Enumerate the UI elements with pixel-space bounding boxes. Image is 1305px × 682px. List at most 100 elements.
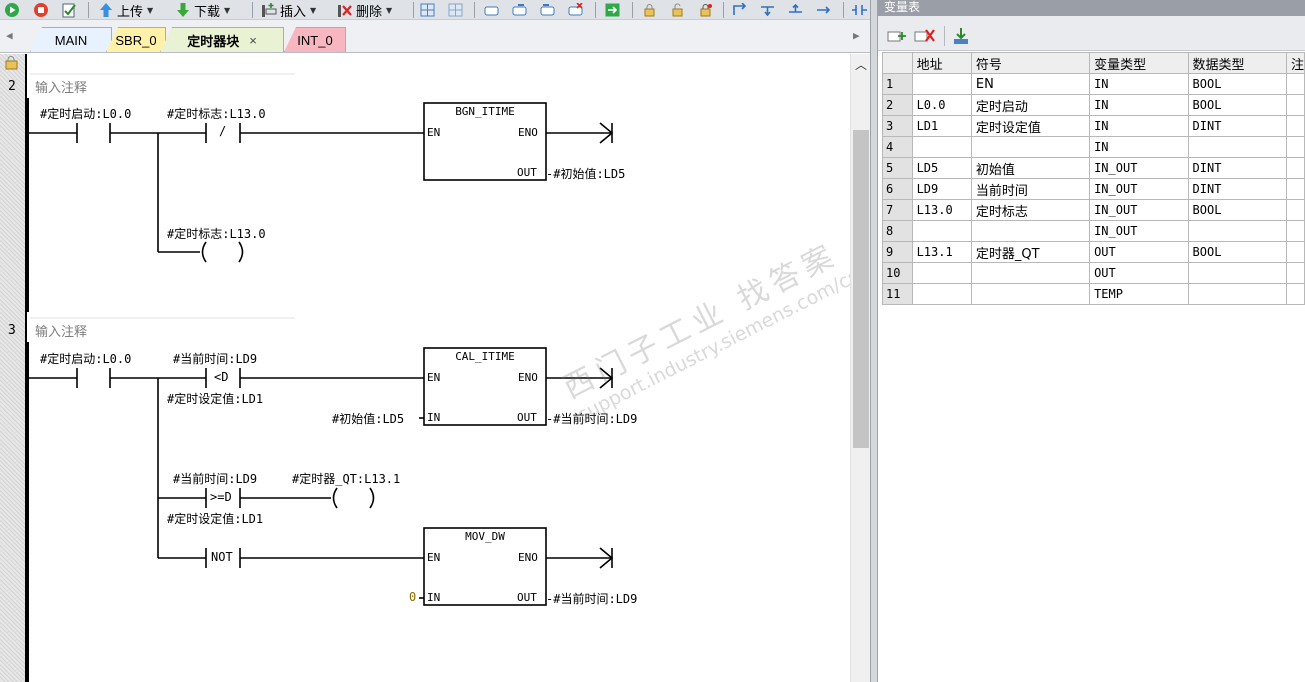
symbol-cell[interactable]: 定时标志	[970, 199, 1091, 221]
compare-bottom-label[interactable]: #定时设定值:LD1	[167, 390, 263, 407]
var-type-cell[interactable]: IN_OUT	[1089, 199, 1189, 221]
window-icon[interactable]	[484, 3, 499, 17]
editor-vertical-scrollbar[interactable]: ︿	[850, 54, 870, 682]
data-type-cell[interactable]	[1187, 262, 1287, 284]
tab-main[interactable]: MAIN	[30, 27, 112, 52]
box-in-operand[interactable]: #初始值:LD5	[332, 410, 404, 427]
var-type-cell[interactable]: IN_OUT	[1089, 157, 1189, 179]
lock-icon[interactable]	[642, 3, 657, 17]
tab-scroll-right-icon[interactable]: ▶	[853, 29, 860, 42]
table-row[interactable]: 8 IN_OUT	[882, 220, 1305, 242]
address-cell[interactable]: LD9	[911, 178, 972, 200]
coil-label[interactable]: #定时标志:L13.0	[167, 225, 266, 242]
var-type-cell[interactable]: IN	[1089, 136, 1189, 158]
address-cell[interactable]	[911, 220, 972, 242]
table-row[interactable]: 2 L0.0 定时启动 IN BOOL	[882, 94, 1305, 116]
window-prev-icon[interactable]	[540, 3, 555, 17]
debug-grid-icon[interactable]	[420, 3, 435, 17]
data-type-cell[interactable]: DINT	[1187, 115, 1287, 137]
upload-button[interactable]: 上传 ▼	[98, 0, 153, 20]
compile-button[interactable]	[61, 0, 77, 20]
comment-cell[interactable]	[1285, 178, 1305, 200]
compare-top-label[interactable]: #当前时间:LD9	[173, 350, 257, 367]
insert-button[interactable]: 插入 ▼	[261, 0, 316, 20]
symbol-cell[interactable]: 初始值	[970, 157, 1091, 179]
address-cell[interactable]	[911, 73, 972, 95]
window-next-icon[interactable]	[512, 3, 527, 17]
contact-label[interactable]: #定时启动:L0.0	[40, 350, 131, 367]
column-header[interactable]: 注	[1285, 52, 1305, 74]
unlock-icon[interactable]	[670, 3, 685, 17]
data-type-cell[interactable]: DINT	[1187, 157, 1287, 179]
download-dropdown-icon[interactable]: ▼	[224, 6, 230, 15]
compare-bottom-label[interactable]: #定时设定值:LD1	[167, 510, 263, 527]
symbol-cell[interactable]: 定时器_QT	[970, 241, 1091, 263]
var-type-cell[interactable]: IN_OUT	[1089, 178, 1189, 200]
data-type-cell[interactable]: BOOL	[1187, 199, 1287, 221]
box-out-operand[interactable]: -#当前时间:LD9	[546, 410, 637, 427]
tab-timer-block[interactable]: 定时器块 ×	[160, 27, 284, 52]
tab-close-icon[interactable]: ×	[249, 33, 257, 48]
refresh-icon[interactable]	[952, 26, 970, 46]
data-type-cell[interactable]: DINT	[1187, 178, 1287, 200]
comment-cell[interactable]	[1285, 262, 1305, 284]
address-cell[interactable]: L13.0	[911, 199, 972, 221]
tab-scroll-left-icon[interactable]: ◀	[6, 29, 13, 42]
branch-up-icon[interactable]	[732, 3, 747, 17]
delete-row-icon[interactable]	[914, 28, 936, 44]
address-cell[interactable]: L13.1	[911, 241, 972, 263]
comment-cell[interactable]	[1285, 283, 1305, 305]
function-box-title[interactable]: CAL_ITIME	[424, 350, 546, 363]
address-cell[interactable]	[911, 262, 972, 284]
scroll-up-icon[interactable]: ︿	[855, 56, 867, 73]
var-type-cell[interactable]: OUT	[1089, 241, 1189, 263]
coil-label[interactable]: #定时器_QT:L13.1	[292, 470, 400, 487]
comment-cell[interactable]	[1285, 73, 1305, 95]
address-cell[interactable]	[911, 283, 972, 305]
go-arrow-icon[interactable]	[605, 3, 620, 17]
comment-cell[interactable]	[1285, 136, 1305, 158]
symbol-cell[interactable]: 当前时间	[970, 178, 1091, 200]
data-type-cell[interactable]: BOOL	[1187, 73, 1287, 95]
variable-table[interactable]: 地址 符号 变量类型 数据类型 注 1 EN IN BOOL 2 L0.0 定时启动 IN BO…	[882, 52, 1305, 305]
address-cell[interactable]: L0.0	[911, 94, 972, 116]
upload-dropdown-icon[interactable]: ▼	[147, 6, 153, 15]
line-right-icon[interactable]	[816, 3, 831, 17]
download-button[interactable]: 下载 ▼	[175, 0, 230, 20]
contact-label[interactable]: #定时启动:L0.0	[40, 105, 131, 122]
column-header[interactable]: 变量类型	[1089, 52, 1189, 74]
comment-cell[interactable]	[1285, 94, 1305, 116]
comment-cell[interactable]	[1285, 157, 1305, 179]
table-row[interactable]: 4 IN	[882, 136, 1305, 158]
debug-grid2-icon[interactable]	[448, 3, 463, 17]
symbol-cell[interactable]	[970, 136, 1091, 158]
run-button[interactable]	[4, 0, 20, 20]
lock-all-icon[interactable]	[698, 3, 713, 17]
var-type-cell[interactable]: IN	[1089, 73, 1189, 95]
address-cell[interactable]: LD1	[911, 115, 972, 137]
var-type-cell[interactable]: IN	[1089, 115, 1189, 137]
panel-splitter[interactable]	[870, 0, 878, 682]
delete-button[interactable]: 删除 ▼	[337, 0, 392, 20]
symbol-cell[interactable]	[970, 220, 1091, 242]
compare-top-label[interactable]: #当前时间:LD9	[173, 470, 257, 487]
data-type-cell[interactable]: BOOL	[1187, 241, 1287, 263]
data-type-cell[interactable]: BOOL	[1187, 94, 1287, 116]
table-row[interactable]: 9 L13.1 定时器_QT OUT BOOL	[882, 241, 1305, 263]
comment-cell[interactable]	[1285, 220, 1305, 242]
table-row[interactable]: 10 OUT	[882, 262, 1305, 284]
column-header[interactable]: 地址	[911, 52, 972, 74]
window-close-icon[interactable]	[568, 3, 583, 17]
comment-cell[interactable]	[1285, 115, 1305, 137]
comment-cell[interactable]	[1285, 241, 1305, 263]
line-up-icon[interactable]	[788, 3, 803, 17]
table-row[interactable]: 1 EN IN BOOL	[882, 73, 1305, 95]
table-row[interactable]: 6 LD9 当前时间 IN_OUT DINT	[882, 178, 1305, 200]
data-type-cell[interactable]	[1187, 283, 1287, 305]
tab-int-0[interactable]: INT_0	[284, 27, 346, 52]
var-type-cell[interactable]: IN	[1089, 94, 1189, 116]
address-cell[interactable]	[911, 136, 972, 158]
symbol-cell[interactable]: 定时启动	[970, 94, 1091, 116]
insert-row-icon[interactable]	[887, 28, 907, 44]
column-header[interactable]: 符号	[970, 52, 1091, 74]
